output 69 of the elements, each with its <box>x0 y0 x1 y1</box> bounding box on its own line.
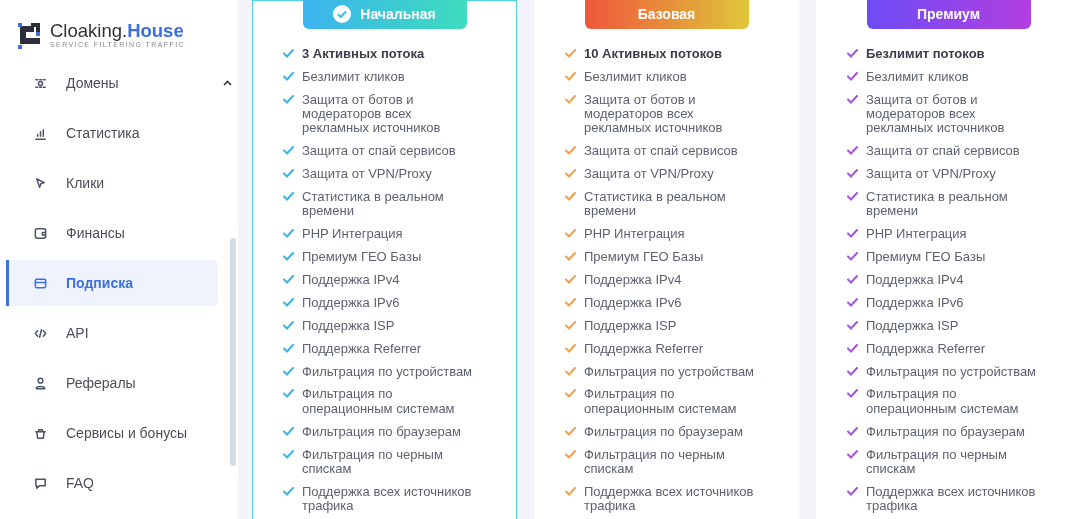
sidebar-item[interactable]: Сервисы и бонусы <box>6 410 218 456</box>
feature-text: Фильтрация по черным спискам <box>302 447 444 477</box>
user-icon <box>33 375 48 391</box>
feature-text: Фильтрация по браузерам <box>866 424 1026 439</box>
logo-wordmark: Cloaking.House <box>50 21 185 41</box>
feature-text: Защита от спай сервисов <box>584 144 739 159</box>
feature-text: Поддержка IPv6 <box>866 295 965 311</box>
feature-text: Защита от VPN/Proxy <box>302 167 433 182</box>
feature-text: Защита от спай сервисов <box>302 144 457 159</box>
chevron-icon[interactable] <box>223 80 232 86</box>
feature-text: Фильтрация по операционным системам <box>302 387 456 417</box>
sidebar-item[interactable]: Домены <box>6 60 218 106</box>
cursor-icon <box>33 175 48 191</box>
feature-text: Статистика в реальном времени <box>866 190 1009 219</box>
feature-text: Защита от VPN/Proxy <box>866 167 997 182</box>
feature-text: Фильтрация по операционным системам <box>866 387 1020 417</box>
feature-text: Поддержка всех источников трафика <box>302 484 473 514</box>
feature-text: Фильтрация по браузерам <box>584 424 744 439</box>
wallet-icon <box>33 225 48 241</box>
check-circle-icon <box>333 5 352 23</box>
feature-text: Поддержка всех источников трафика <box>584 484 755 514</box>
feature-text: Поддержка ISP <box>866 318 960 334</box>
feature-text: 3 Активных потока <box>302 47 426 62</box>
feature-text: Фильтрация по устройствам <box>866 364 1038 379</box>
feature-text: Поддержка IPv6 <box>302 295 401 311</box>
feature-text: 10 Активных потоков <box>584 47 723 62</box>
feature-text: Поддержка IPv4 <box>584 273 683 288</box>
logo-icon <box>17 20 43 50</box>
feature-text: Поддержка ISP <box>302 318 396 334</box>
feature-text: Поддержка IPv4 <box>866 273 965 288</box>
plan-button[interactable]: Премиум <box>866 0 1031 29</box>
sidebar-item[interactable]: Рефералы <box>6 360 218 406</box>
sidebar-item[interactable]: Подписка <box>6 260 218 306</box>
feature-text: Статистика в реальном времени <box>584 190 727 219</box>
feature-text: Поддержка ISP <box>584 318 678 334</box>
feature-text: Безлимит потоков <box>866 47 986 62</box>
feature-text: Защита от VPN/Proxy <box>584 167 715 182</box>
feature-text: Поддержка Referrer <box>302 341 423 356</box>
feature-text: Безлимит кликов <box>866 69 970 85</box>
feature-text: Статистика в реальном времени <box>302 190 445 219</box>
feature-text: Поддержка IPv4 <box>302 273 401 288</box>
feature-text: Поддержка всех источников трафика <box>866 484 1037 514</box>
sidebar-item[interactable]: Клики <box>6 160 218 206</box>
feature-text: PHP Интеграция <box>302 227 404 242</box>
feature-text: Безлимит кликов <box>584 69 688 85</box>
feature-text: Премиум ГЕО Базы <box>584 250 705 265</box>
feature-text: Фильтрация по операционным системам <box>584 387 738 417</box>
feature-text: Фильтрация по устройствам <box>584 364 756 379</box>
sidebar-item[interactable]: FAQ <box>6 460 218 506</box>
feature-text: Премиум ГЕО Базы <box>866 250 987 265</box>
feature-text: Фильтрация по устройствам <box>302 364 474 379</box>
feature-text: Поддержка Referrer <box>584 341 705 356</box>
sidebar-item[interactable]: Финансы <box>6 210 218 256</box>
sidebar-item[interactable]: API <box>6 310 218 356</box>
feature-text: Защита от ботов и модераторов всех рекламных источников <box>584 92 724 136</box>
feature-text: Премиум ГЕО Базы <box>302 250 423 265</box>
feature-text: Защита от спай сервисов <box>866 144 1021 159</box>
feature-text: Фильтрация по черным спискам <box>866 447 1008 477</box>
feature-text: Фильтрация по браузерам <box>302 424 462 439</box>
feature-text: PHP Интеграция <box>866 227 968 242</box>
feature-text: PHP Интеграция <box>584 227 686 242</box>
feature-text: Фильтрация по черным спискам <box>584 447 726 477</box>
feature-text: Безлимит кликов <box>302 69 406 85</box>
feature-text: Защита от ботов и модераторов всех рекламных источников <box>866 92 1006 136</box>
scrollbar-thumb[interactable] <box>230 238 236 466</box>
sidebar-item[interactable]: Статистика <box>6 110 218 156</box>
feature-text: Защита от ботов и модераторов всех рекламных источников <box>302 92 442 136</box>
feature-text: Поддержка Referrer <box>866 341 987 356</box>
feature-text: Поддержка IPv6 <box>584 295 683 311</box>
